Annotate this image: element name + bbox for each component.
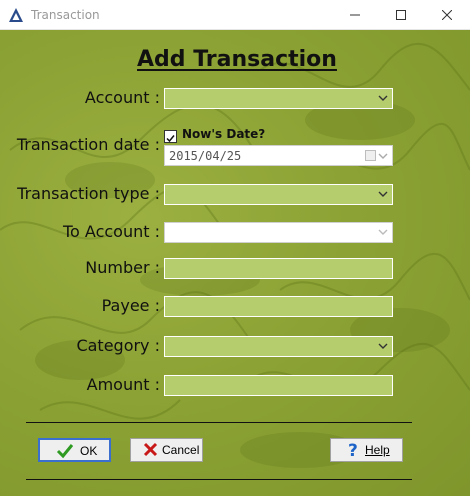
transaction-type-label: Transaction type : bbox=[17, 184, 160, 203]
cancel-label: Cancel bbox=[162, 443, 200, 457]
calendar-icon[interactable] bbox=[365, 150, 376, 161]
transaction-type-dropdown[interactable] bbox=[164, 184, 393, 205]
ok-label: OK bbox=[80, 444, 98, 458]
cancel-button[interactable]: Cancel bbox=[130, 438, 203, 462]
chevron-down-icon[interactable] bbox=[378, 153, 388, 160]
amount-field[interactable] bbox=[164, 375, 393, 396]
chevron-down-icon bbox=[378, 95, 388, 101]
maximize-button[interactable] bbox=[378, 0, 424, 30]
top-separator bbox=[26, 422, 412, 423]
app-triangle-icon bbox=[9, 8, 23, 22]
ok-button[interactable]: OK bbox=[38, 438, 111, 462]
payee-field[interactable] bbox=[164, 296, 393, 317]
red-x-icon bbox=[143, 442, 158, 457]
number-field[interactable] bbox=[164, 258, 393, 279]
form-heading: Add Transaction bbox=[137, 47, 337, 72]
title-bar[interactable]: Transaction bbox=[0, 0, 470, 30]
dialog-body: Add Transaction Account : Transaction da… bbox=[0, 30, 470, 496]
number-label: Number : bbox=[85, 258, 160, 277]
to-account-dropdown[interactable] bbox=[164, 222, 393, 243]
transaction-date-picker[interactable]: 2015/04/25 bbox=[164, 145, 393, 166]
nows-date-label: Now's Date? bbox=[182, 127, 266, 141]
chevron-down-icon bbox=[378, 229, 388, 235]
close-button[interactable] bbox=[424, 0, 470, 30]
blue-question-icon: ? bbox=[348, 441, 358, 459]
minimize-button[interactable] bbox=[332, 0, 378, 30]
category-label: Category : bbox=[76, 336, 160, 355]
account-dropdown[interactable] bbox=[164, 88, 393, 109]
amount-label: Amount : bbox=[86, 375, 160, 394]
minimize-icon bbox=[350, 14, 360, 16]
payee-label: Payee : bbox=[101, 296, 160, 315]
chevron-down-icon bbox=[378, 191, 388, 197]
help-button[interactable]: ? Help bbox=[330, 438, 403, 462]
chevron-down-icon bbox=[378, 343, 388, 349]
transaction-date-value: 2015/04/25 bbox=[169, 149, 242, 163]
category-dropdown[interactable] bbox=[164, 336, 393, 357]
maximize-icon bbox=[396, 10, 406, 20]
svg-text:?: ? bbox=[348, 441, 358, 459]
to-account-label: To Account : bbox=[62, 222, 160, 241]
close-icon bbox=[442, 10, 452, 20]
transaction-date-label: Transaction date : bbox=[16, 135, 160, 154]
help-label: Help bbox=[365, 443, 390, 457]
account-label: Account : bbox=[84, 88, 160, 107]
window-title: Transaction bbox=[31, 8, 100, 22]
check-mark-icon bbox=[166, 135, 175, 143]
nows-date-checkbox[interactable] bbox=[164, 130, 177, 143]
bottom-separator bbox=[26, 479, 412, 480]
green-check-icon bbox=[56, 444, 74, 459]
